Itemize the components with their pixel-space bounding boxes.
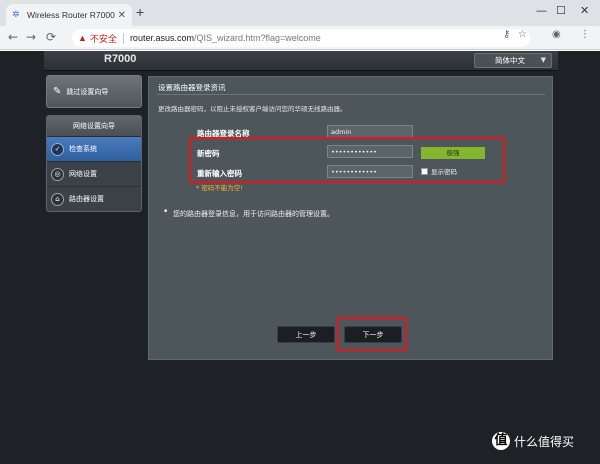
- reload-icon[interactable]: ⟳: [46, 30, 56, 44]
- forward-icon[interactable]: →: [26, 30, 36, 44]
- skip-wizard-button[interactable]: ✎ 跳过设置向导: [46, 75, 142, 108]
- step-label: 网络设置: [69, 170, 97, 178]
- star-icon[interactable]: ☆: [518, 29, 527, 40]
- tab-close-icon[interactable]: ✕: [118, 10, 126, 21]
- router-favicon-icon: ✲: [12, 10, 20, 20]
- browser-tabstrip: ✲ Wireless Router R7000 - Welc ✕ + — ☐ ✕: [0, 0, 600, 26]
- warning-triangle-icon: ▲: [78, 33, 87, 43]
- password-empty-warning: * 密码不能为空!: [196, 184, 243, 192]
- next-button[interactable]: 下一步: [344, 326, 402, 343]
- url-host: router.asus.com: [129, 33, 194, 43]
- address-separator: [122, 32, 124, 44]
- show-password-label: 显示密码: [431, 168, 457, 176]
- maximize-icon[interactable]: ☐: [556, 4, 566, 17]
- new-password-label: 新密码: [197, 149, 220, 158]
- wizard-steps: 网络设置向导 ✓ 检查系统 ◎ 网络设置 ⌂ 路由器设置: [46, 115, 142, 212]
- step-label: 路由器设置: [69, 195, 104, 203]
- window-close-icon[interactable]: ✕: [580, 4, 589, 17]
- check-system-icon: ✓: [51, 142, 64, 156]
- show-password-checkbox[interactable]: [421, 167, 428, 175]
- language-select[interactable]: 简体中文 ▼: [474, 53, 552, 68]
- confirm-password-label: 重新输入密码: [197, 169, 242, 178]
- sidebar: ✎ 跳过设置向导 网络设置向导 ✓ 检查系统 ◎ 网络设置 ⌂ 路由器设置: [46, 75, 142, 212]
- menu-icon[interactable]: ⋮: [580, 29, 590, 40]
- panel-divider: [157, 94, 545, 95]
- new-password-input[interactable]: [327, 145, 413, 158]
- globe-icon: ◎: [51, 167, 64, 181]
- router-header: R7000 简体中文 ▼: [44, 51, 558, 71]
- watermark-logo: 值: [492, 432, 510, 450]
- login-settings-panel: 设置路由器登录资讯 更改路由器密码，以阻止未授权客户端访问您的华硕无线路由器。 …: [148, 76, 553, 360]
- router-page: R7000 简体中文 ▼ ✎ 跳过设置向导 网络设置向导 ✓ 检查系统 ◎ 网络…: [0, 51, 600, 464]
- key-icon[interactable]: ⚷: [503, 29, 510, 40]
- security-label[interactable]: 不安全: [90, 32, 117, 45]
- login-name-label: 路由器登录名称: [197, 129, 250, 138]
- chevron-down-icon: ▼: [540, 56, 546, 64]
- browser-tab[interactable]: ✲ Wireless Router R7000 - Welc ✕: [6, 4, 132, 26]
- info-bullet: •: [163, 207, 169, 217]
- router-icon: ⌂: [51, 192, 64, 206]
- minimize-icon[interactable]: —: [536, 4, 547, 17]
- watermark-text: 什么值得买: [514, 434, 575, 449]
- step-network-settings[interactable]: ◎ 网络设置: [47, 161, 141, 186]
- tab-title: Wireless Router R7000 - Welc: [26, 10, 115, 20]
- panel-title: 设置路由器登录资讯: [158, 83, 226, 92]
- wizard-title: 网络设置向导: [47, 116, 141, 136]
- show-password-toggle[interactable]: 显示密码: [421, 166, 457, 176]
- profile-icon[interactable]: ◉: [552, 29, 561, 40]
- confirm-password-input[interactable]: [327, 165, 413, 178]
- back-icon[interactable]: ←: [8, 30, 18, 44]
- prev-button[interactable]: 上一步: [277, 326, 335, 343]
- browser-toolbar: ← → ⟳ ▲ 不安全 router.asus.com /QIS_wizard.…: [0, 26, 600, 50]
- step-check-system[interactable]: ✓ 检查系统: [47, 136, 141, 161]
- password-strength-meter: 极强: [421, 147, 485, 159]
- watermark: 值 什么值得买: [492, 432, 574, 450]
- language-label: 简体中文: [495, 56, 525, 65]
- router-model: R7000: [104, 53, 137, 65]
- step-label: 检查系统: [69, 145, 97, 153]
- wizard-wand-icon: ✎: [53, 86, 62, 97]
- step-router-settings[interactable]: ⌂ 路由器设置: [47, 186, 141, 211]
- new-tab-button[interactable]: +: [136, 4, 144, 20]
- skip-wizard-label: 跳过设置向导: [66, 87, 109, 96]
- panel-description: 更改路由器密码，以阻止未授权客户端访问您的华硕无线路由器。: [158, 105, 347, 113]
- info-text: 您的路由器登录信息，用于访问路由器的管理设置。: [173, 210, 334, 218]
- address-bar[interactable]: ▲ 不安全 router.asus.com /QIS_wizard.htm?fl…: [72, 29, 530, 47]
- url-path: /QIS_wizard.htm?flag=welcome: [193, 33, 321, 43]
- login-name-input[interactable]: [327, 125, 413, 138]
